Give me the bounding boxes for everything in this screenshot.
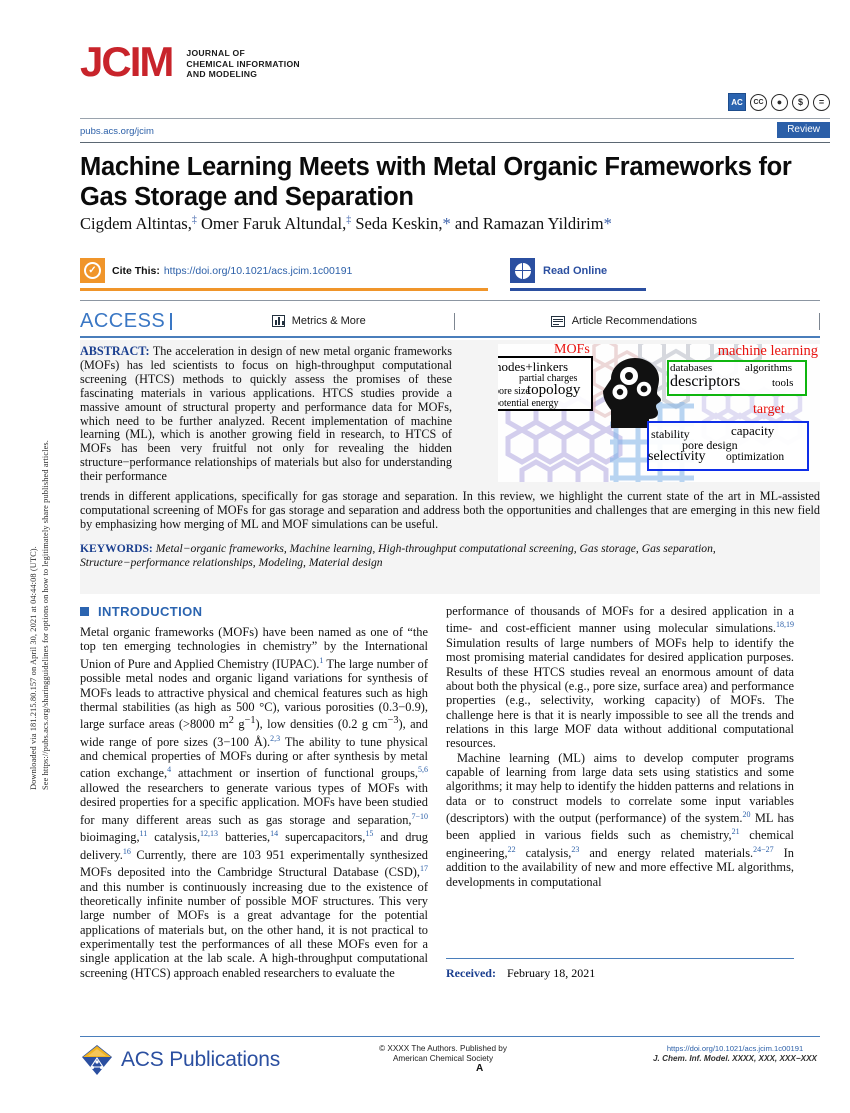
cite-this-label: Cite This: <box>112 264 160 277</box>
access-label[interactable]: ACCESS <box>80 310 165 333</box>
graphical-abstract: MOFs nodes+linkers partial charges pore … <box>498 344 820 482</box>
gfx-term-algorithms: algorithms <box>745 362 793 374</box>
copyright-line-2: American Chemical Society <box>392 1054 494 1063</box>
article-page: JCIM JOURNAL OF CHEMICAL INFORMATION AND M… <box>58 0 850 1113</box>
sidebar-download-line: Downloaded via 181.215.80.157 on April 3… <box>29 546 38 790</box>
creative-commons-icon: CC <box>750 93 767 111</box>
abstract-top-rule <box>80 336 820 338</box>
left-paragraph-1: Metal organic frameworks (MOFs) have bee… <box>80 625 429 980</box>
access-divider-icon <box>170 312 172 330</box>
acs-publications-label: ACS Publications <box>121 1048 281 1071</box>
right-paragraph-2: Machine learning (ML) aims to develop co… <box>446 750 794 889</box>
gfx-term-pore-size: pore size <box>498 386 530 397</box>
jcim-logo: JCIM <box>80 38 174 85</box>
abstract-text-col: ABSTRACT: The acceleration in design of … <box>80 344 452 484</box>
author-list: Cigdem Altintas,‡ Omer Faruk Altundal,‡ … <box>80 214 612 233</box>
header-bottom-divider <box>80 142 830 143</box>
masthead-divider <box>80 118 830 119</box>
check-circle-icon <box>80 258 105 283</box>
journal-name: JOURNAL OF CHEMICAL INFORMATION AND MODELI… <box>186 48 300 79</box>
read-online-label[interactable]: Read Online <box>543 265 607 277</box>
cc-by-icon: ● <box>771 93 788 111</box>
footer-doi-link[interactable]: https://doi.org/10.1021/acs.jcim.1c00191 <box>640 1044 830 1053</box>
license-badges: AC CC ● $ = <box>728 93 830 111</box>
acs-diamond-icon <box>80 1043 114 1077</box>
square-bullet-icon <box>80 607 89 616</box>
pubs-url-link[interactable]: pubs.acs.org/jcim <box>80 126 154 137</box>
received-date: February 18, 2021 <box>506 966 596 980</box>
section-heading-introduction: INTRODUCTION <box>80 604 428 619</box>
footer-journal-ref: J. Chem. Inf. Model. XXXX, XXX, XXX−XXX <box>652 1054 818 1063</box>
article-recommendations-button[interactable]: Article Recommendations <box>550 315 698 327</box>
abstract-part1: The acceleration in design of new metal … <box>80 344 452 484</box>
received-label: Received: <box>446 966 496 980</box>
acs-publications-logo[interactable]: ACS Publications <box>80 1043 280 1077</box>
cite-doi-link[interactable]: https://doi.org/10.1021/acs.jcim.1c00191 <box>164 265 353 277</box>
keywords-list: Metal−organic frameworks, Machine learni… <box>80 542 716 569</box>
abstract-part2: trends in different applications, specif… <box>80 489 820 531</box>
recommendations-label: Article Recommendations <box>571 315 698 327</box>
acs-authorchoice-icon: AC <box>728 93 746 111</box>
cc-nd-icon: = <box>813 93 830 111</box>
received-block: Received: February 18, 2021 <box>446 966 595 981</box>
journal-masthead: JCIM JOURNAL OF CHEMICAL INFORMATION AND M… <box>80 38 300 85</box>
keywords-label: KEYWORDS: <box>80 542 153 555</box>
gfx-term-potential-energy: potential energy <box>498 398 559 409</box>
introduction-label: INTRODUCTION <box>98 604 203 619</box>
read-online-underline <box>510 288 646 291</box>
globe-icon <box>510 258 535 283</box>
gfx-mofs-title: MOFs <box>554 344 590 357</box>
bar-chart-icon <box>271 315 285 327</box>
article-list-icon <box>550 315 565 327</box>
cc-nc-icon: $ <box>792 93 809 111</box>
gfx-term-capacity: capacity <box>731 423 775 438</box>
footer-divider <box>80 1036 820 1038</box>
received-divider <box>446 958 794 960</box>
gfx-term-topology: topology <box>527 382 581 398</box>
metrics-and-more-button[interactable]: Metrics & More <box>271 315 366 327</box>
access-toolbar: ACCESS Metrics & More Article Recommenda… <box>80 308 820 334</box>
access-top-divider <box>80 300 820 301</box>
keywords-block: KEYWORDS: Metal−organic frameworks, Mach… <box>80 542 820 570</box>
page-title: Machine Learning Meets with Metal Organi… <box>80 153 792 211</box>
toolbar-separator-right <box>819 312 820 330</box>
gfx-term-optimization: optimization <box>726 451 785 463</box>
cite-this-group[interactable]: Cite This: https://doi.org/10.1021/acs.j… <box>80 258 352 283</box>
footer-citation: https://doi.org/10.1021/acs.jcim.1c00191… <box>640 1044 830 1063</box>
cite-underline <box>80 288 488 291</box>
sidebar-sharing-line: See https://pubs.acs.org/sharingguidelin… <box>41 440 50 790</box>
gfx-target-title: target <box>753 402 785 417</box>
gfx-term-selectivity: selectivity <box>648 449 706 464</box>
toolbar-separator <box>453 312 455 330</box>
copyright-line-1: © XXXX The Authors. Published by <box>379 1044 507 1053</box>
article-type-badge: Review <box>777 122 830 138</box>
read-online-group[interactable]: Read Online <box>510 258 607 283</box>
cite-bar: Cite This: https://doi.org/10.1021/acs.j… <box>80 258 820 292</box>
gfx-term-tools: tools <box>772 377 794 389</box>
right-paragraph-1: performance of thousands of MOFs for a d… <box>446 604 794 751</box>
page-number: A <box>476 1063 484 1074</box>
metrics-label: Metrics & More <box>291 315 366 327</box>
copyright-notice: © XXXX The Authors. Published by America… <box>348 1044 538 1064</box>
abstract-label: ABSTRACT: <box>80 344 150 358</box>
body-column-left: INTRODUCTION Metal organic frameworks (M… <box>80 604 428 980</box>
body-column-right: performance of thousands of MOFs for a d… <box>446 604 794 889</box>
abstract-block: MOFs nodes+linkers partial charges pore … <box>80 340 820 594</box>
gfx-term-descriptors: descriptors <box>670 373 741 390</box>
download-sidebar: Downloaded via 181.215.80.157 on April 3… <box>0 0 58 1113</box>
gfx-ml-title: machine learning <box>717 344 818 359</box>
